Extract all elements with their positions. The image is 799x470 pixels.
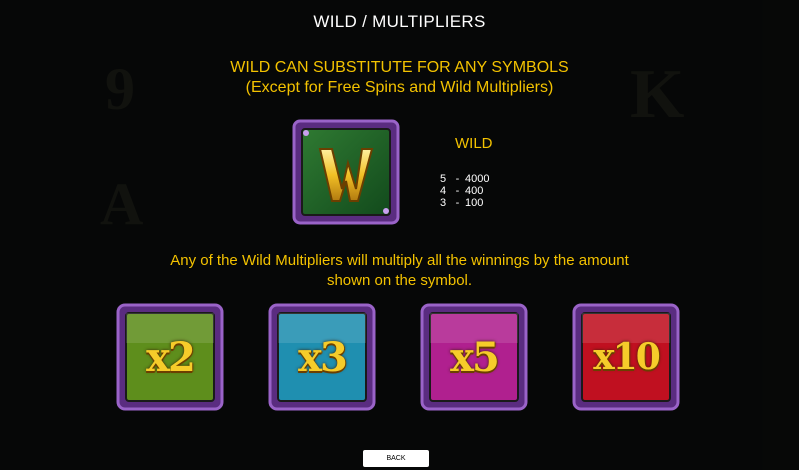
paytable-payout: 4000 <box>465 173 490 185</box>
multiplier-description: Any of the Wild Multipliers will multipl… <box>0 251 799 291</box>
bg-symbol: A <box>100 171 144 237</box>
paytable-count: 4 <box>440 185 447 197</box>
wild-symbol-icon <box>292 119 400 225</box>
page-title: WILD / MULTIPLIERS <box>313 12 486 31</box>
multiplier-description-line1: Any of the Wild Multipliers will multipl… <box>170 252 629 269</box>
multiplier-x5-symbol: x5 <box>420 303 528 411</box>
multiplier-label: x10 <box>593 336 661 378</box>
paytable-separator: - <box>455 185 460 197</box>
multiplier-label: x2 <box>146 333 196 381</box>
paytable-separator: - <box>455 197 460 209</box>
wild-rule-line2: (Except for Free Spins and Wild Multipli… <box>245 79 554 96</box>
wild-rule-heading: WILD CAN SUBSTITUTE FOR ANY SYMBOLS (Exc… <box>0 58 799 98</box>
paytable-payout: 100 <box>465 197 484 209</box>
wild-title: WILD <box>455 135 493 152</box>
multiplier-label: x3 <box>298 333 348 381</box>
multiplier-x10-symbol: x10 <box>572 303 680 411</box>
back-button[interactable]: BACK <box>363 450 429 467</box>
paytable-row: 5-4000 <box>440 173 489 185</box>
multiplier-description-line2: shown on the symbol. <box>326 272 473 289</box>
multiplier-x2-symbol: x2 <box>116 303 224 411</box>
paytable-count: 3 <box>440 197 447 209</box>
multiplier-x3-symbol: x3 <box>268 303 376 411</box>
paytable-row: 3-100 <box>440 197 489 209</box>
paytable-separator: - <box>455 173 460 185</box>
paytable-payout: 400 <box>465 185 484 197</box>
wild-paytable: 5-4000 4-400 3-100 <box>440 173 489 209</box>
multiplier-label: x5 <box>450 333 500 381</box>
paytable-row: 4-400 <box>440 185 489 197</box>
paytable-count: 5 <box>440 173 447 185</box>
wild-rule-line1: WILD CAN SUBSTITUTE FOR ANY SYMBOLS <box>230 59 569 76</box>
